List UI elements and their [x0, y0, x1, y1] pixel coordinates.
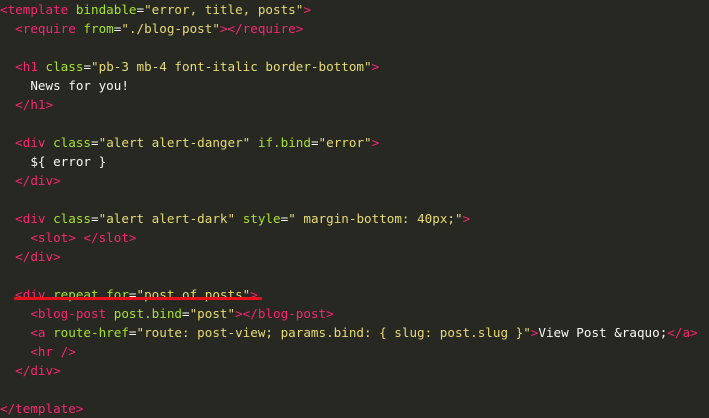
code-token: </h1> [15, 97, 54, 112]
code-token: ></require> [219, 21, 304, 36]
red-underline-annotation [14, 297, 262, 300]
code-token: " margin-bottom: 40px;" [288, 211, 463, 226]
code-token: </template> [0, 401, 84, 416]
code-token: class [45, 59, 84, 74]
code-token: "pb-3 mb-4 font-italic border-bottom" [91, 59, 372, 74]
code-line: <hr /> [0, 342, 76, 361]
code-token: <div [15, 135, 54, 150]
code-line: </div> [0, 247, 61, 266]
code-line: <slot> </slot> [0, 228, 137, 247]
code-token: </a> [667, 325, 698, 340]
code-token: class [53, 135, 92, 150]
code-token: "alert alert-dark" [98, 211, 236, 226]
code-token: > [462, 211, 471, 226]
code-token: News for you! [0, 78, 129, 93]
code-line: </template> [0, 399, 83, 418]
code-token: <a [30, 325, 54, 340]
code-token: = [83, 59, 92, 74]
code-token: <div [15, 211, 54, 226]
code-line: <template bindable="error, title, posts"… [0, 0, 311, 19]
code-token: <slot> </slot> [30, 230, 137, 245]
code-token: "error, title, posts" [144, 2, 304, 17]
code-token: > [303, 2, 311, 17]
code-token: "./blog-post" [121, 21, 220, 36]
code-line: <div class="alert alert-danger" if.bind=… [0, 133, 379, 152]
code-token: > [371, 59, 380, 74]
code-token: = [91, 211, 99, 226]
code-token: route-href [53, 325, 129, 340]
code-token: <hr /> [30, 344, 76, 359]
code-line: <blog-post post.bind="post"></blog-post> [0, 304, 334, 323]
code-token: "alert alert-danger" [98, 135, 251, 150]
code-line: </div> [0, 361, 61, 380]
code-token: if.bind [257, 135, 311, 150]
code-token: ></blog-post> [235, 306, 334, 321]
code-token: style [242, 211, 281, 226]
code-token: = [128, 325, 137, 340]
code-token: = [136, 2, 145, 17]
code-token: </div> [15, 173, 61, 188]
code-line: </h1> [0, 95, 53, 114]
code-token: "error" [318, 135, 372, 150]
code-token: View Post &raquo; [538, 325, 668, 340]
code-line: </div> [0, 171, 61, 190]
code-token: = [182, 306, 190, 321]
code-token: "route: post-view; params.bind: { slug: … [136, 325, 531, 340]
code-line: ${ error } [0, 152, 106, 171]
code-token: </div> [15, 249, 61, 264]
code-token: = [91, 135, 99, 150]
code-token: <require [15, 21, 84, 36]
code-token: <h1 [15, 59, 46, 74]
code-token: <blog-post [30, 306, 114, 321]
code-line: <require from="./blog-post"></require> [0, 19, 303, 38]
code-token: </div> [15, 363, 61, 378]
code-token: = [310, 135, 319, 150]
code-token: from [83, 21, 114, 36]
code-line: News for you! [0, 76, 129, 95]
code-token: class [53, 211, 92, 226]
code-editor[interactable]: <template bindable="error, title, posts"… [0, 0, 709, 418]
code-line: <a route-href="route: post-view; params.… [0, 323, 698, 342]
code-token: "post" [189, 306, 236, 321]
code-token: > [371, 135, 380, 150]
code-token: bindable [75, 2, 137, 17]
code-line: <div class="alert alert-dark" style=" ma… [0, 209, 470, 228]
code-token: ${ error } [0, 154, 107, 169]
code-line: <h1 class="pb-3 mb-4 font-italic border-… [0, 57, 379, 76]
code-token: <template [0, 2, 76, 17]
code-token: post.bind [113, 306, 182, 321]
code-line: <div repeat.for="post of posts"> [0, 285, 258, 304]
